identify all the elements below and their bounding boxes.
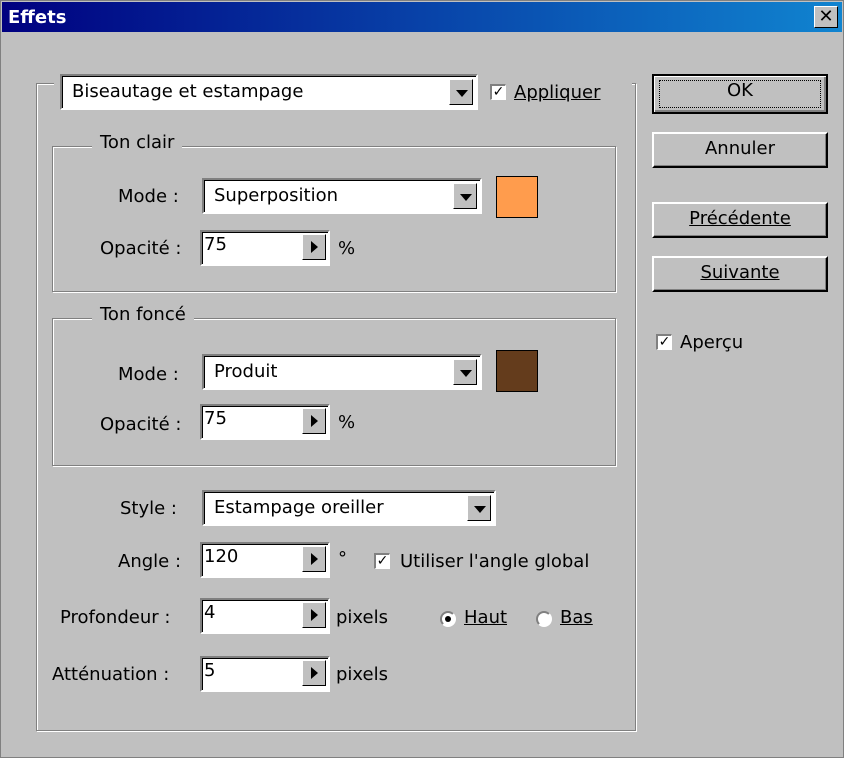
focus-rect bbox=[659, 80, 821, 108]
effect-select[interactable]: Biseautage et estampage bbox=[60, 74, 478, 110]
global-angle-checkbox[interactable]: ✓ bbox=[374, 553, 390, 569]
cancel-button[interactable]: Annuler bbox=[652, 132, 828, 168]
style-label: Style : bbox=[120, 498, 177, 519]
shadow-mode-value: Produit bbox=[214, 361, 278, 382]
shadow-group bbox=[52, 318, 616, 466]
blur-unit: pixels bbox=[336, 664, 388, 685]
depth-up-label[interactable]: Haut bbox=[464, 607, 507, 628]
arrow-right-icon[interactable] bbox=[302, 660, 326, 686]
highlight-mode-select[interactable]: Superposition bbox=[202, 178, 482, 214]
style-select[interactable]: Estampage oreiller bbox=[202, 490, 496, 526]
depth-value: 4 bbox=[204, 602, 216, 623]
shadow-legend: Ton foncé bbox=[92, 304, 194, 325]
chevron-down-icon[interactable] bbox=[453, 359, 477, 385]
arrow-right-icon[interactable] bbox=[302, 234, 326, 260]
highlight-mode-value: Superposition bbox=[214, 185, 339, 206]
highlight-opacity-unit: % bbox=[338, 238, 356, 259]
chevron-down-icon[interactable] bbox=[449, 79, 473, 105]
angle-label: Angle : bbox=[118, 551, 182, 572]
shadow-opacity-label: Opacité : bbox=[100, 414, 182, 435]
highlight-group bbox=[52, 146, 616, 292]
shadow-opacity-field[interactable]: 75 bbox=[200, 404, 330, 440]
window-title: Effets bbox=[8, 7, 67, 28]
blur-value: 5 bbox=[204, 660, 216, 681]
depth-down-label[interactable]: Bas bbox=[560, 607, 593, 628]
arrow-right-icon[interactable] bbox=[302, 602, 326, 628]
effect-select-value: Biseautage et estampage bbox=[72, 81, 304, 102]
angle-field[interactable]: 120 bbox=[200, 542, 330, 578]
close-icon: ✕ bbox=[818, 6, 834, 27]
check-icon: ✓ bbox=[376, 553, 389, 569]
cancel-button-label: Annuler bbox=[704, 138, 775, 159]
angle-value: 120 bbox=[204, 546, 239, 567]
preview-label[interactable]: Aperçu bbox=[680, 332, 743, 353]
check-icon: ✓ bbox=[492, 84, 505, 100]
previous-button[interactable]: Précédente bbox=[652, 202, 828, 238]
shadow-mode-select[interactable]: Produit bbox=[202, 354, 482, 390]
style-value: Estampage oreiller bbox=[214, 497, 384, 518]
depth-down-radio[interactable] bbox=[536, 611, 552, 627]
apply-label[interactable]: Appliquer bbox=[514, 82, 600, 103]
highlight-opacity-field[interactable]: 75 bbox=[200, 230, 330, 266]
shadow-opacity-value: 75 bbox=[204, 408, 227, 429]
highlight-opacity-value: 75 bbox=[204, 234, 227, 255]
next-button[interactable]: Suivante bbox=[652, 256, 828, 292]
chevron-down-icon[interactable] bbox=[467, 495, 491, 521]
depth-field[interactable]: 4 bbox=[200, 598, 330, 634]
check-icon: ✓ bbox=[658, 334, 671, 350]
ok-button[interactable]: OK bbox=[652, 74, 828, 114]
arrow-right-icon[interactable] bbox=[302, 546, 326, 572]
previous-button-label: Précédente bbox=[689, 208, 791, 229]
blur-label: Atténuation : bbox=[52, 664, 170, 685]
highlight-mode-label: Mode : bbox=[118, 186, 179, 207]
highlight-color-swatch[interactable] bbox=[496, 176, 538, 218]
apply-checkbox[interactable]: ✓ bbox=[490, 84, 506, 100]
depth-label: Profondeur : bbox=[60, 607, 171, 628]
angle-unit: ° bbox=[338, 548, 347, 569]
depth-up-radio[interactable] bbox=[440, 611, 456, 627]
chevron-down-icon[interactable] bbox=[453, 183, 477, 209]
shadow-opacity-unit: % bbox=[338, 412, 356, 433]
shadow-mode-label: Mode : bbox=[118, 364, 179, 385]
next-button-label: Suivante bbox=[700, 262, 780, 283]
blur-field[interactable]: 5 bbox=[200, 656, 330, 692]
preview-checkbox[interactable]: ✓ bbox=[656, 334, 672, 350]
arrow-right-icon[interactable] bbox=[302, 408, 326, 434]
shadow-color-swatch[interactable] bbox=[496, 350, 538, 392]
global-angle-label[interactable]: Utiliser l'angle global bbox=[400, 551, 589, 572]
close-button[interactable]: ✕ bbox=[814, 6, 838, 28]
highlight-legend: Ton clair bbox=[92, 132, 183, 153]
highlight-opacity-label: Opacité : bbox=[100, 238, 182, 259]
depth-unit: pixels bbox=[336, 607, 388, 628]
title-bar[interactable]: Effets ✕ bbox=[2, 2, 842, 32]
